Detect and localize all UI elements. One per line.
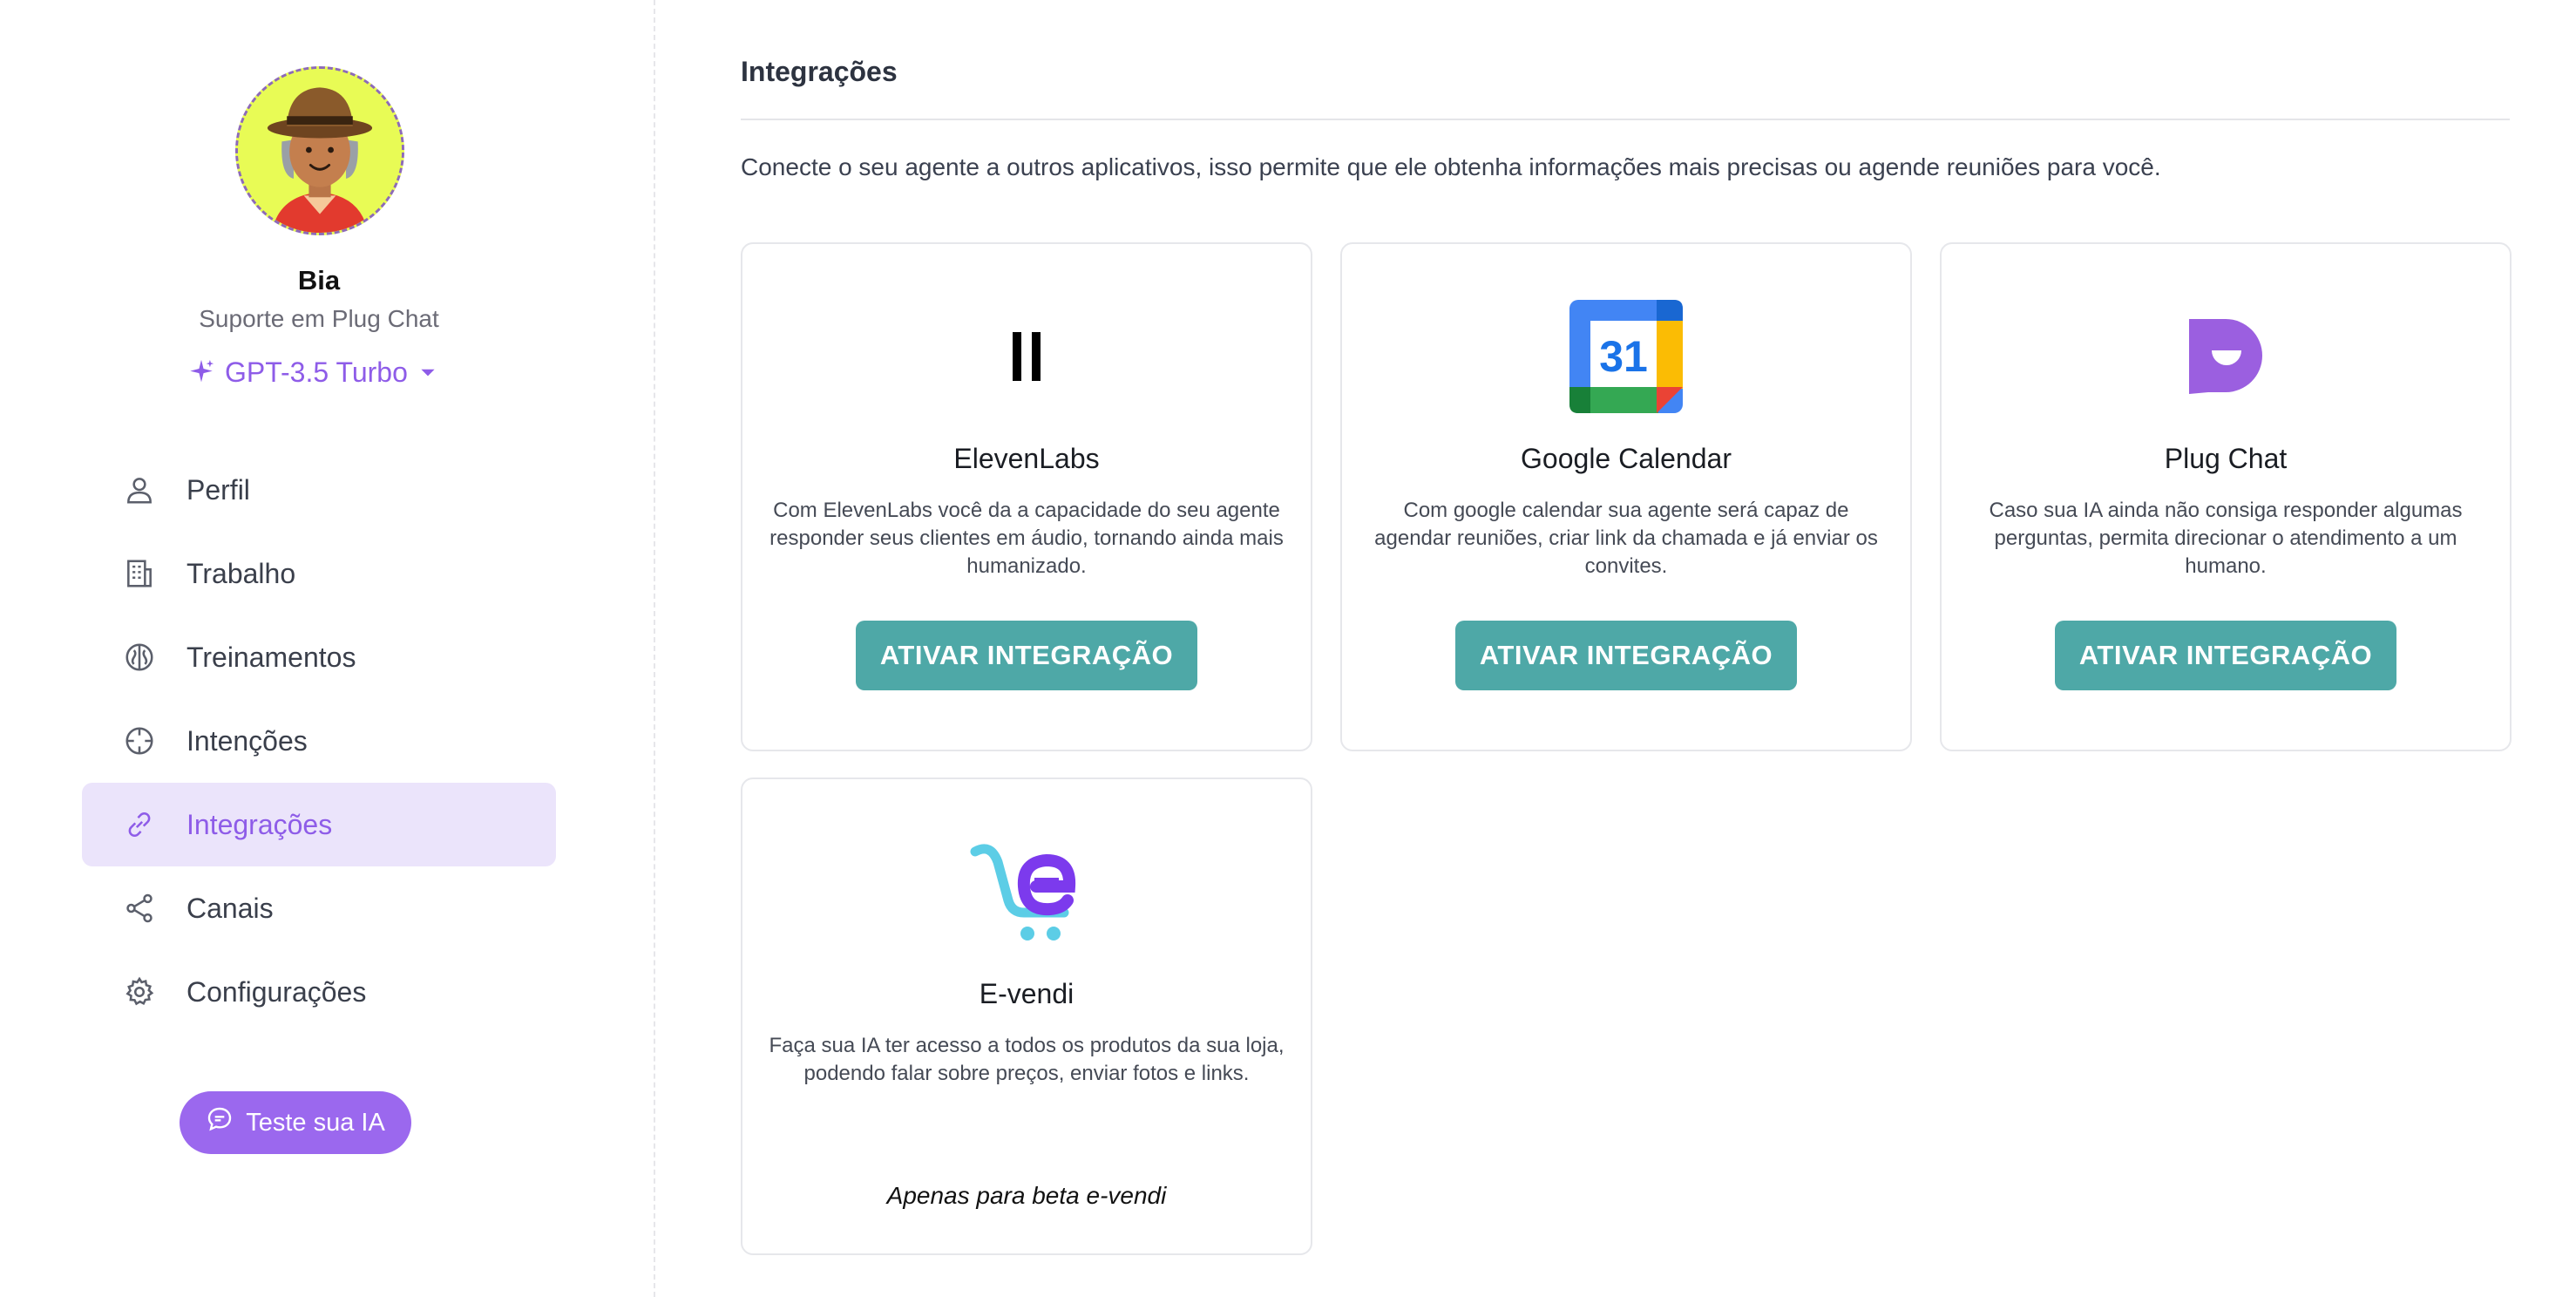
- gear-icon: [122, 974, 157, 1009]
- sidebar-item-intencoes[interactable]: Intenções: [82, 699, 556, 783]
- activate-integration-button[interactable]: ATIVAR INTEGRAÇÃO: [2055, 621, 2396, 690]
- sidebar-item-treinamentos[interactable]: Treinamentos: [82, 615, 556, 699]
- integration-description: Faça sua IA ter acesso a todos os produt…: [769, 1034, 1285, 1085]
- integration-name: Plug Chat: [2164, 443, 2288, 474]
- brain-icon: [122, 640, 157, 675]
- agent-name: Bia: [297, 265, 341, 295]
- google-calendar-logo: 31: [1342, 298, 1910, 415]
- integration-card-plug-chat: Plug Chat Caso sua IA ainda não consiga …: [1940, 242, 2512, 751]
- sidebar-item-label: Configurações: [186, 975, 367, 1008]
- integration-name: Google Calendar: [1521, 443, 1732, 474]
- integration-description: Com google calendar sua agente será capa…: [1374, 499, 1878, 578]
- sidebar-nav: Perfil Trabalho Treinamentos Intenções I…: [82, 448, 556, 1034]
- sidebar-item-label: Canais: [186, 892, 274, 924]
- integration-name: E-vendi: [979, 978, 1074, 1009]
- sidebar-item-label: Integrações: [186, 808, 333, 840]
- test-ai-button[interactable]: Teste sua IA: [180, 1091, 411, 1154]
- sidebar: Bia Suporte em Plug Chat GPT-3.5 Turbo P…: [0, 0, 655, 1297]
- link-icon: [122, 807, 157, 842]
- caret-down-icon: [417, 361, 439, 384]
- model-selector[interactable]: GPT-3.5 Turbo: [186, 352, 439, 392]
- agent-avatar: [235, 66, 404, 235]
- integration-card-google-calendar: 31 Google Calendar Com google calendar s…: [1340, 242, 1912, 751]
- share-icon: [122, 891, 157, 926]
- sidebar-item-label: Treinamentos: [186, 641, 356, 673]
- avatar-illustration: [238, 69, 402, 233]
- sparkle-icon: [186, 357, 216, 387]
- title-divider: [741, 119, 2510, 120]
- activate-integration-button[interactable]: ATIVAR INTEGRAÇÃO: [1455, 621, 1797, 690]
- plug-chat-logo: [1942, 298, 2510, 415]
- main-content: Integrações Conecte o seu agente a outro…: [741, 0, 2512, 1297]
- page-description: Conecte o seu agente a outros aplicativo…: [741, 153, 2161, 180]
- chat-bubble-icon: [206, 1105, 234, 1140]
- e-vendi-logo: [742, 833, 1311, 950]
- integration-description: Com ElevenLabs você da a capacidade do s…: [769, 499, 1284, 578]
- integration-card-elevenlabs: ElevenLabs Com ElevenLabs você da a capa…: [741, 242, 1312, 751]
- building-icon: [122, 556, 157, 591]
- sidebar-item-integracoes[interactable]: Integrações: [82, 783, 556, 866]
- activate-integration-button[interactable]: ATIVAR INTEGRAÇÃO: [856, 621, 1197, 690]
- test-ai-button-label: Teste sua IA: [246, 1108, 385, 1137]
- sidebar-item-label: Trabalho: [186, 557, 296, 589]
- beta-note: Apenas para beta e-vendi: [886, 1182, 1167, 1209]
- sidebar-item-label: Perfil: [186, 473, 250, 506]
- sidebar-item-canais[interactable]: Canais: [82, 866, 556, 950]
- sidebar-item-perfil[interactable]: Perfil: [82, 448, 556, 532]
- sidebar-item-label: Intenções: [186, 724, 308, 757]
- calendar-logo-day: 31: [1599, 332, 1648, 381]
- app-root: Bia Suporte em Plug Chat GPT-3.5 Turbo P…: [0, 0, 2576, 1297]
- model-selector-label: GPT-3.5 Turbo: [225, 356, 408, 388]
- sidebar-item-configuracoes[interactable]: Configurações: [82, 950, 556, 1034]
- elevenlabs-logo: [742, 298, 1311, 415]
- user-icon: [122, 472, 157, 507]
- sidebar-item-trabalho[interactable]: Trabalho: [82, 532, 556, 615]
- integration-description: Caso sua IA ainda não consiga responder …: [1989, 499, 2463, 578]
- integration-card-e-vendi: E-vendi Faça sua IA ter acesso a todos o…: [741, 778, 1312, 1255]
- crosshair-icon: [122, 723, 157, 758]
- agent-role: Suporte em Plug Chat: [199, 305, 439, 332]
- integration-name: ElevenLabs: [953, 443, 1100, 474]
- page-title: Integrações: [741, 56, 898, 87]
